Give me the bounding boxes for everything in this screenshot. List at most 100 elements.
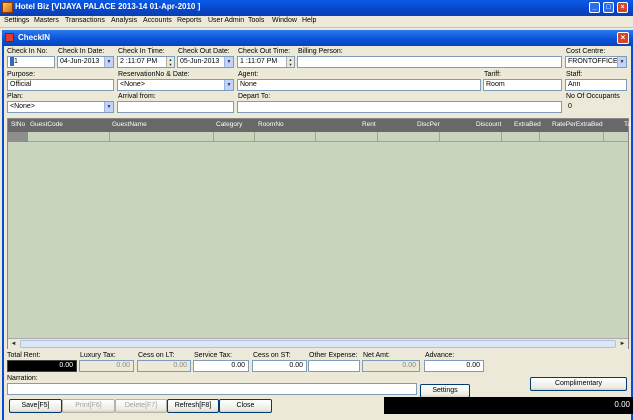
tariff-label: Tariff: [484,71,501,78]
menu-accounts[interactable]: Accounts [143,17,172,24]
plan-label: Plan: [7,93,23,100]
check-in-no-field[interactable]: 1 [7,56,55,68]
table-row[interactable] [8,132,628,142]
check-in-date-picker[interactable]: 04-Jun-2013 ▼ [57,56,114,68]
chevron-down-icon[interactable]: ▼ [617,57,626,67]
menu-help[interactable]: Help [302,17,316,24]
cost-centre-select[interactable]: FRONTOFFICE ▼ [565,56,627,68]
save-button[interactable]: Save[F5] [9,399,62,413]
check-out-date-picker[interactable]: 05-Jun-2013 ▼ [177,56,234,68]
col-slno[interactable]: SlNo [11,121,25,128]
time-spinner[interactable]: ▲ ▼ [286,57,294,67]
spin-down-icon[interactable]: ▼ [287,62,294,67]
agent-label: Agent: [238,71,259,78]
minimize-button[interactable]: _ [589,2,600,13]
col-guestcode[interactable]: GuestCode [30,121,63,128]
col-rate-per-extrabed[interactable]: RatePerExtraBed [552,121,603,128]
col-ta[interactable]: Ta [624,121,631,128]
agent-input[interactable]: None [237,79,481,91]
total-rent-label: Total Rent: [7,352,41,359]
occupants-label: No Of Occupants [566,93,620,100]
narration-label: Narration: [7,375,38,382]
col-discount[interactable]: Discount [476,121,501,128]
menu-tools[interactable]: Tools [248,17,264,24]
cell-roomno[interactable] [255,132,316,142]
check-out-time-field[interactable]: 1 :11:07 PM ▲ ▼ [237,56,295,68]
other-expense-input[interactable] [308,360,360,372]
menu-reports[interactable]: Reports [177,17,202,24]
close-button[interactable]: Close [219,399,272,413]
check-out-date-label: Check Out Date: [178,48,230,55]
app-titlebar: Hotel Biz [VIJAYA PALACE 2013-14 01-Apr-… [0,0,633,16]
scroll-left-icon[interactable]: ◄ [9,340,18,348]
cess-on-st-label: Cess on ST: [253,352,291,359]
check-out-time-value: 1 :11:07 PM [240,58,278,65]
narration-input[interactable] [7,383,417,395]
col-rent[interactable]: Rent [362,121,376,128]
scroll-thumb[interactable] [20,340,616,348]
check-in-no-label: Check In No: [7,48,48,55]
col-category[interactable]: Category [216,121,242,128]
complimentary-button[interactable]: Complimentary [530,377,627,391]
guest-grid[interactable]: SlNo GuestCode GuestName Category RoomNo… [7,118,631,349]
arrival-from-input[interactable] [117,101,234,113]
check-out-time-label: Check Out Time: [238,48,291,55]
cell-guestcode[interactable] [28,132,110,142]
plan-select[interactable]: <None> ▼ [7,101,114,113]
menu-settings[interactable]: Settings [4,17,29,24]
staff-input[interactable]: Ann [565,79,627,91]
col-guestname[interactable]: GuestName [112,121,147,128]
cell-category[interactable] [214,132,255,142]
delete-button[interactable]: Delete[F7] [115,399,167,413]
service-tax-label: Service Tax: [194,352,232,359]
menu-window[interactable]: Window [272,17,297,24]
advance-input[interactable]: 0.00 [424,360,484,372]
cell-discper[interactable] [378,132,440,142]
horizontal-scrollbar[interactable]: ◄ ► [8,338,628,349]
menu-user-admin[interactable]: User Admin [208,17,244,24]
col-extrabed[interactable]: ExtraBed [514,121,541,128]
cost-centre-value: FRONTOFFICE [568,58,618,65]
close-checkin-button[interactable]: × [617,32,629,44]
app-logo-icon [2,2,13,13]
chevron-down-icon[interactable]: ▼ [224,80,233,90]
row-selector[interactable] [8,132,28,142]
cell-extrabed[interactable] [502,132,540,142]
purpose-label: Purpose: [7,71,36,78]
chevron-down-icon[interactable]: ▼ [224,57,233,67]
check-in-no-value: 1 [14,58,18,65]
time-spinner[interactable]: ▲ ▼ [166,57,174,67]
depart-to-input[interactable] [237,101,562,113]
cell-discount[interactable] [440,132,502,142]
maximize-button[interactable]: □ [603,2,614,13]
refresh-button[interactable]: Refresh[F8] [167,399,219,413]
billing-person-input[interactable] [297,56,562,68]
reservation-value: <None> [120,81,145,88]
chevron-down-icon[interactable]: ▼ [104,57,113,67]
close-app-button[interactable]: × [617,2,628,13]
col-roomno[interactable]: RoomNo [258,121,284,128]
occupants-value: 0 [565,101,627,113]
advance-label: Advance: [425,352,455,359]
cess-on-st-value: 0.00 [252,360,307,372]
menu-masters[interactable]: Masters [34,17,59,24]
scroll-right-icon[interactable]: ► [618,340,627,348]
cess-on-lt-label: Cess on LT: [138,352,175,359]
col-discper[interactable]: DiscPer [417,121,440,128]
purpose-input[interactable]: Official [7,79,114,91]
menu-analysis[interactable]: Analysis [111,17,137,24]
cell-guestname[interactable] [110,132,214,142]
menu-transactions[interactable]: Transactions [65,17,105,24]
settings-button[interactable]: Settings [420,384,470,398]
tariff-input[interactable]: Room [483,79,562,91]
spin-down-icon[interactable]: ▼ [167,62,174,67]
menu-bar: Settings Masters Transactions Analysis A… [0,16,633,28]
print-button[interactable]: Print[F6] [62,399,115,413]
check-in-time-field[interactable]: 2 :11:07 PM ▲ ▼ [117,56,175,68]
depart-to-label: Depart To: [238,93,271,100]
cell-rate-per-extrabed[interactable] [540,132,604,142]
chevron-down-icon[interactable]: ▼ [104,102,113,112]
reservation-select[interactable]: <None> ▼ [117,79,234,91]
cess-on-lt-value: 0.00 [137,360,191,372]
cell-rent[interactable] [316,132,378,142]
